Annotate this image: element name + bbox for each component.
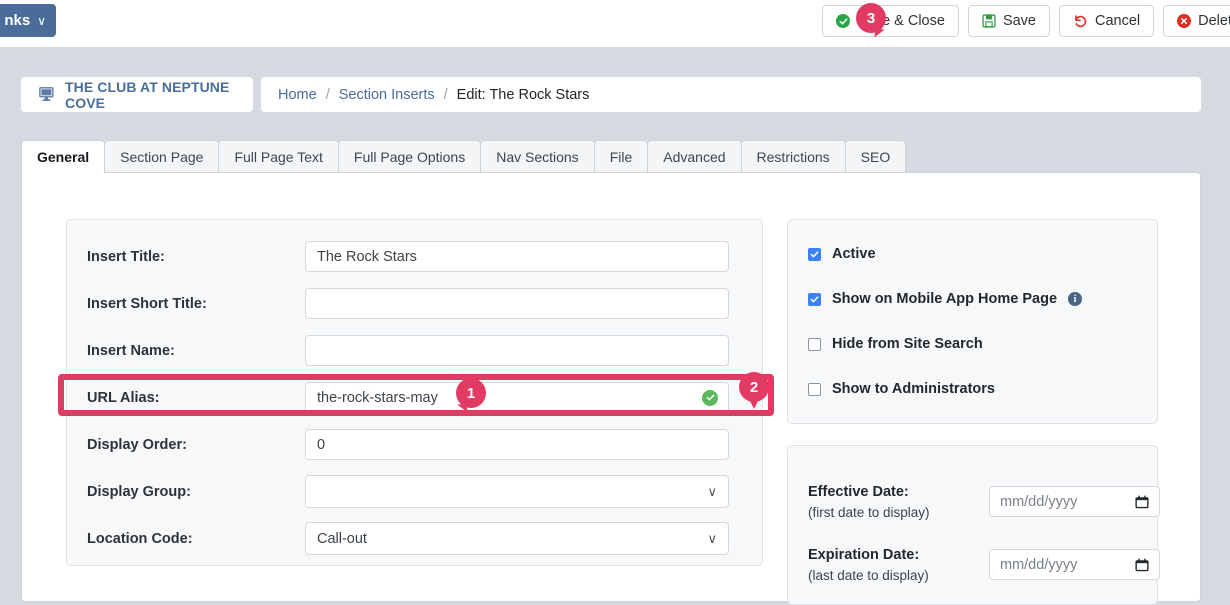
effective-date-placeholder: mm/dd/yyyy	[1000, 493, 1078, 510]
show-on-mobile-checkbox[interactable]	[808, 292, 821, 306]
tab-advanced[interactable]: Advanced	[647, 140, 742, 173]
cancel-button[interactable]: Cancel	[1059, 5, 1155, 37]
cancel-label: Cancel	[1095, 13, 1141, 29]
tab-section-page[interactable]: Section Page	[104, 140, 220, 173]
green-check-icon	[702, 389, 718, 406]
top-toolbar: nks ∨ Save & Close Save Cancel Delet	[0, 0, 1230, 47]
breadcrumb-item-section-inserts[interactable]: Section Inserts	[339, 87, 435, 103]
breadcrumb-separator: /	[325, 86, 330, 103]
display-group-select[interactable]: ∨	[305, 475, 729, 508]
show-to-administrators-checkbox[interactable]	[808, 382, 821, 396]
location-code-value: Call-out	[317, 530, 367, 547]
site-name-label: THE CLUB AT NEPTUNE COVE	[65, 78, 230, 111]
breadcrumb-item-current: Edit: The Rock Stars	[456, 86, 590, 103]
check-circle-icon	[836, 14, 851, 28]
quick-links-label: nks	[4, 12, 31, 29]
general-tab-panel: Insert Title: The Rock Stars Insert Shor…	[21, 172, 1201, 605]
field-row-display-order: Display Order: 0	[67, 421, 762, 468]
location-code-label: Location Code:	[87, 530, 193, 547]
active-checkbox[interactable]	[808, 247, 821, 261]
location-code-select[interactable]: Call-out ∨	[305, 522, 729, 555]
save-button[interactable]: Save	[967, 5, 1050, 37]
option-row-show-to-admins: Show to Administrators	[808, 381, 995, 397]
insert-title-input[interactable]: The Rock Stars	[305, 241, 729, 272]
floppy-disk-icon	[982, 14, 996, 28]
chevron-down-icon: ∨	[707, 530, 717, 546]
tab-bar: General Section Page Full Page Text Full…	[21, 140, 1201, 173]
save-label: Save	[1002, 13, 1036, 29]
field-row-insert-title: Insert Title: The Rock Stars	[67, 233, 762, 280]
callout-badge-2: 2	[739, 372, 769, 409]
monitor-icon	[39, 87, 56, 102]
field-row-location-code: Location Code: Call-out ∨	[67, 515, 762, 562]
breadcrumb-separator: /	[443, 86, 448, 103]
url-alias-input[interactable]: the-rock-stars-may	[305, 382, 729, 413]
breadcrumb: Home / Section Inserts / Edit: The Rock …	[261, 77, 1201, 112]
callout-badge-1: 1	[456, 378, 486, 408]
insert-title-label: Insert Title:	[87, 248, 165, 265]
breadcrumb-row: THE CLUB AT NEPTUNE COVE Home / Section …	[21, 77, 1201, 112]
chevron-down-icon: ∨	[37, 13, 46, 28]
delete-button[interactable]: Delet	[1163, 5, 1230, 37]
site-selector-chip[interactable]: THE CLUB AT NEPTUNE COVE	[21, 77, 253, 112]
info-icon[interactable]: i	[1068, 292, 1083, 306]
active-label: Active	[832, 246, 876, 262]
tab-full-page-options[interactable]: Full Page Options	[337, 140, 482, 173]
calendar-icon[interactable]	[1135, 557, 1149, 572]
display-order-value: 0	[317, 436, 326, 453]
dates-card: Effective Date: (first date to display) …	[787, 445, 1160, 605]
display-order-label: Display Order:	[87, 436, 187, 453]
option-row-show-on-mobile: Show on Mobile App Home Page i	[808, 291, 1083, 307]
insert-title-value: The Rock Stars	[317, 248, 417, 265]
chevron-down-icon: ∨	[707, 483, 717, 499]
hide-from-site-search-checkbox[interactable]	[808, 337, 821, 351]
tab-seo[interactable]: SEO	[844, 140, 907, 173]
delete-label: Delet	[1198, 13, 1230, 29]
tab-restrictions[interactable]: Restrictions	[740, 140, 846, 173]
calendar-icon[interactable]	[1135, 494, 1149, 509]
options-card: Active Show on Mobile App Home Page i Hi…	[787, 219, 1158, 424]
insert-short-title-label: Insert Short Title:	[87, 295, 207, 312]
field-row-url-alias: URL Alias: the-rock-stars-may	[58, 374, 774, 421]
expiration-date-input[interactable]: mm/dd/yyyy	[989, 549, 1160, 580]
field-row-display-group: Display Group: ∨	[67, 468, 762, 515]
field-row-insert-name: Insert Name:	[67, 327, 762, 374]
main-fields-card: Insert Title: The Rock Stars Insert Shor…	[58, 219, 774, 566]
url-alias-value: the-rock-stars-may	[317, 389, 438, 406]
show-to-administrators-label: Show to Administrators	[832, 381, 995, 397]
tab-file[interactable]: File	[593, 140, 649, 173]
url-alias-label: URL Alias:	[87, 389, 160, 406]
tab-general[interactable]: General	[21, 140, 106, 173]
display-order-input[interactable]: 0	[305, 429, 729, 460]
tab-nav-sections[interactable]: Nav Sections	[480, 140, 595, 173]
option-row-hide-from-search: Hide from Site Search	[808, 336, 983, 352]
quick-links-button[interactable]: nks ∨	[0, 4, 56, 37]
tab-full-page-text[interactable]: Full Page Text	[218, 140, 339, 173]
show-on-mobile-label: Show on Mobile App Home Page	[832, 291, 1058, 307]
effective-date-row: Effective Date: (first date to display) …	[808, 484, 1160, 520]
hide-from-site-search-label: Hide from Site Search	[832, 336, 983, 352]
insert-name-label: Insert Name:	[87, 342, 175, 359]
callout-badge-3: 3	[856, 3, 886, 33]
effective-date-input[interactable]: mm/dd/yyyy	[989, 486, 1160, 517]
insert-name-input[interactable]	[305, 335, 729, 366]
expiration-date-row: Expiration Date: (last date to display) …	[808, 547, 1160, 583]
display-group-label: Display Group:	[87, 483, 191, 500]
x-circle-icon	[1177, 14, 1192, 28]
expiration-date-placeholder: mm/dd/yyyy	[1000, 556, 1078, 573]
save-and-close-button[interactable]: Save & Close	[822, 5, 959, 37]
breadcrumb-item-home[interactable]: Home	[278, 87, 317, 103]
undo-arrow-icon	[1073, 14, 1088, 29]
insert-short-title-input[interactable]	[305, 288, 729, 319]
option-row-active: Active	[808, 246, 876, 262]
field-row-insert-short-title: Insert Short Title:	[67, 280, 762, 327]
